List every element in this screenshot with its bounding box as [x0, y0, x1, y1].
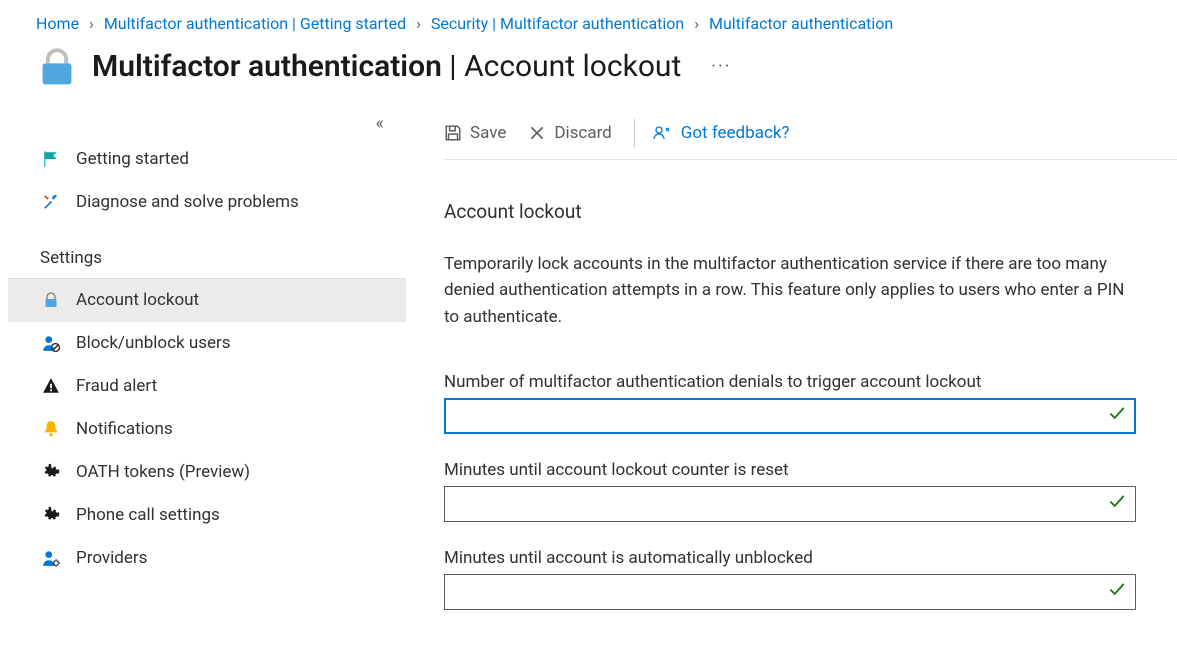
- sidebar-item-getting-started[interactable]: Getting started: [8, 138, 406, 181]
- check-icon: [1108, 405, 1126, 428]
- breadcrumb: Home › Multifactor authentication | Gett…: [0, 0, 1177, 39]
- field-denials: Number of multifactor authentication den…: [444, 372, 1136, 434]
- user-gear-icon: [40, 549, 62, 567]
- sidebar-item-notifications[interactable]: Notifications: [8, 408, 406, 451]
- save-button[interactable]: Save: [444, 123, 506, 143]
- command-bar: Save Discard Got feedback?: [444, 105, 1177, 160]
- field-unblock-minutes: Minutes until account is automatically u…: [444, 548, 1136, 610]
- bell-icon: [40, 420, 62, 438]
- discard-button[interactable]: Discard: [528, 123, 611, 143]
- content-body: Account lockout Temporarily lock account…: [444, 160, 1177, 610]
- feedback-link[interactable]: Got feedback?: [653, 123, 790, 143]
- breadcrumb-mfa[interactable]: Multifactor authentication: [709, 14, 893, 33]
- sidebar-item-label: Providers: [76, 548, 147, 568]
- save-icon: [444, 124, 462, 142]
- sidebar-item-label: Getting started: [76, 149, 189, 169]
- field-reset-minutes: Minutes until account lockout counter is…: [444, 460, 1136, 522]
- breadcrumb-security-mfa[interactable]: Security | Multifactor authentication: [431, 14, 684, 33]
- sidebar-item-label: Notifications: [76, 419, 173, 439]
- feedback-icon: [653, 124, 673, 142]
- section-description: Temporarily lock accounts in the multifa…: [444, 251, 1134, 330]
- section-heading: Account lockout: [444, 200, 1136, 223]
- page-title: Multifactor authentication | Account loc…: [92, 49, 681, 84]
- more-menu-icon[interactable]: ···: [711, 56, 731, 77]
- page-title-strong: Multifactor authentication: [92, 49, 442, 84]
- gear-icon: [40, 463, 62, 481]
- unblock-minutes-input[interactable]: [444, 574, 1136, 610]
- chevron-right-icon: ›: [694, 14, 699, 33]
- main-content: Save Discard Got feedback? Account locko…: [406, 105, 1177, 636]
- save-label: Save: [470, 123, 506, 143]
- divider: [634, 119, 635, 147]
- reset-minutes-input[interactable]: [444, 486, 1136, 522]
- page-title-sep: |: [442, 49, 464, 84]
- sidebar-item-phone-call[interactable]: Phone call settings: [8, 494, 406, 537]
- field-label-denials: Number of multifactor authentication den…: [444, 372, 1136, 392]
- check-icon: [1108, 493, 1126, 516]
- sidebar-item-label: Diagnose and solve problems: [76, 192, 299, 212]
- breadcrumb-mfa-getting-started[interactable]: Multifactor authentication | Getting sta…: [104, 14, 406, 33]
- collapse-sidebar-icon[interactable]: «: [8, 113, 406, 138]
- tools-icon: [40, 193, 62, 211]
- sidebar-item-label: Account lockout: [76, 290, 199, 310]
- warn-icon: [40, 377, 62, 395]
- field-label-reset: Minutes until account lockout counter is…: [444, 460, 1136, 480]
- flag-icon: [40, 150, 62, 168]
- sidebar-item-label: Phone call settings: [76, 505, 220, 525]
- lock-icon: [36, 45, 78, 87]
- sidebar-item-label: Block/unblock users: [76, 333, 231, 353]
- gear-icon: [40, 506, 62, 524]
- page-title-rest: Account lockout: [464, 49, 681, 84]
- sidebar-item-oath-tokens[interactable]: OATH tokens (Preview): [8, 451, 406, 494]
- discard-label: Discard: [554, 123, 611, 143]
- sidebar-item-label: Fraud alert: [76, 376, 157, 396]
- sidebar-item-fraud-alert[interactable]: Fraud alert: [8, 365, 406, 408]
- check-icon: [1108, 581, 1126, 604]
- sidebar: « Getting started Diagnose and solve pro…: [8, 105, 406, 636]
- sidebar-item-label: OATH tokens (Preview): [76, 462, 250, 482]
- page-header: Multifactor authentication | Account loc…: [0, 39, 1177, 105]
- sidebar-section-settings: Settings: [8, 224, 406, 279]
- sidebar-item-diagnose[interactable]: Diagnose and solve problems: [8, 181, 406, 224]
- user-block-icon: [40, 334, 62, 352]
- sidebar-item-providers[interactable]: Providers: [8, 537, 406, 580]
- sidebar-item-account-lockout[interactable]: Account lockout: [8, 279, 406, 322]
- chevron-right-icon: ›: [89, 14, 94, 33]
- breadcrumb-home[interactable]: Home: [36, 14, 79, 33]
- sidebar-item-block-users[interactable]: Block/unblock users: [8, 322, 406, 365]
- feedback-label: Got feedback?: [681, 123, 790, 143]
- chevron-right-icon: ›: [416, 14, 421, 33]
- denials-input[interactable]: [444, 398, 1136, 434]
- field-label-unblock: Minutes until account is automatically u…: [444, 548, 1136, 568]
- close-icon: [528, 124, 546, 142]
- lock-icon: [40, 292, 62, 308]
